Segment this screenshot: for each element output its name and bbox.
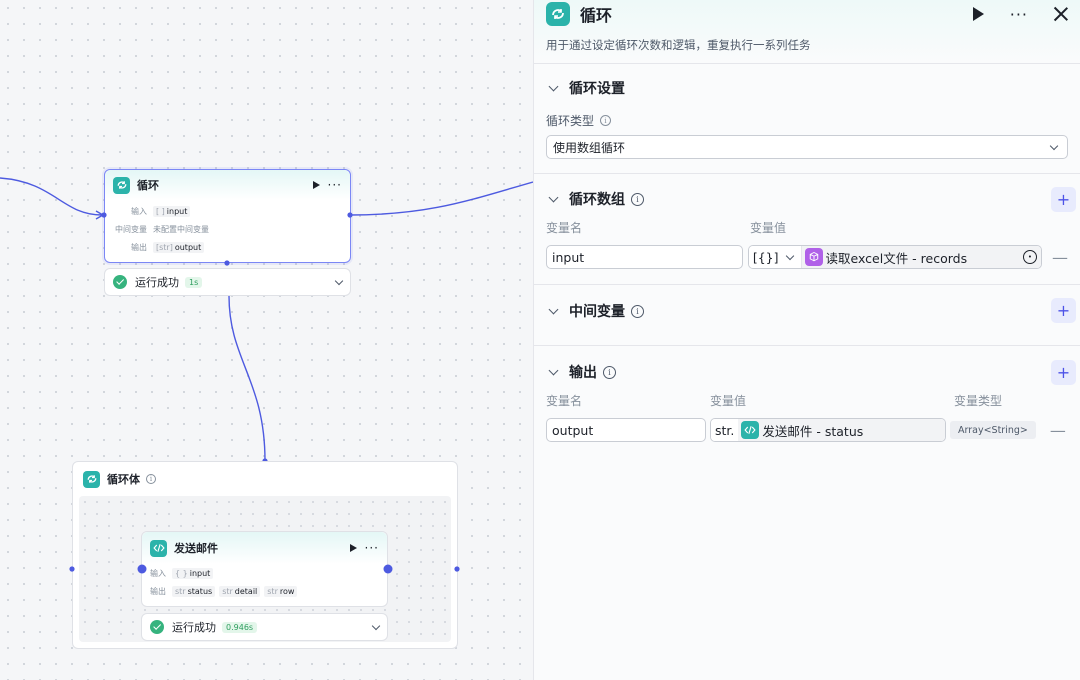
section-intermediate: 中间变量 i + [534, 285, 1080, 346]
send-mail-run-status[interactable]: 运行成功 0.946s [141, 613, 388, 641]
body-ports-layer [69, 564, 460, 574]
add-intermediate-variable-button[interactable]: + [1051, 298, 1076, 323]
output-var-value-ref[interactable]: str. 发送邮件 - status [710, 418, 946, 442]
chevron-down-icon[interactable] [548, 304, 559, 314]
info-icon[interactable]: i [631, 304, 644, 318]
output-var-type-tag: Array<String> [950, 421, 1036, 439]
section-output: 输出 i + 变量名 变量值 变量类型 output str. 发送邮件 - s… [534, 346, 1080, 442]
time-badge: 0.946s [222, 621, 258, 633]
output-var-name-input[interactable]: output [546, 418, 706, 442]
cube-icon [804, 248, 823, 266]
add-output-variable-button[interactable]: + [1051, 360, 1076, 385]
loop-icon [546, 2, 570, 26]
section-loop-settings: 循环设置 循环类型 i 使用数组循环 [534, 64, 1080, 174]
code-icon [741, 421, 760, 439]
info-icon[interactable]: i [600, 115, 612, 126]
column-label-name: 变量名 [546, 393, 583, 408]
loop-type-select[interactable]: 使用数组循环 [546, 135, 1068, 159]
add-array-variable-button[interactable]: + [1051, 187, 1076, 212]
panel-title[interactable]: 循环 [580, 2, 973, 26]
array-var-value-ref[interactable]: [{}] 读取excel文件 - records • [747, 245, 1042, 269]
remove-array-variable-button[interactable]: — [1052, 248, 1068, 267]
section-loop-array: 循环数组 i + 变量名 变量值 input [{}] 读取excel文件 - … [534, 174, 1080, 285]
info-icon[interactable]: i [631, 192, 644, 206]
variable-picker-icon[interactable]: • [1023, 250, 1037, 264]
column-label-value: 变量值 [750, 220, 787, 235]
section-title[interactable]: 循环数组 [569, 189, 625, 209]
column-label-type: 变量类型 [954, 393, 1003, 408]
array-var-name-input[interactable]: input [546, 245, 743, 269]
column-label-value: 变量值 [710, 393, 747, 408]
play-icon[interactable] [972, 7, 984, 21]
close-icon[interactable] [1054, 7, 1068, 21]
type-select[interactable]: [{}] [748, 246, 802, 268]
chevron-down-icon[interactable] [548, 192, 559, 202]
chevron-down-icon[interactable] [371, 621, 381, 630]
loop-type-label: 循环类型 i [546, 112, 1068, 129]
chevron-down-icon [1049, 141, 1059, 150]
panel-header: 循环 ··· 用于通过设定循环次数和逻辑，重复执行一系列任务 [534, 0, 1080, 64]
more-icon[interactable]: ··· [1010, 5, 1028, 24]
info-icon[interactable]: i [603, 365, 616, 379]
port-mail-out [383, 564, 393, 574]
section-title[interactable]: 中间变量 [569, 301, 625, 321]
panel-description: 用于通过设定循环次数和逻辑，重复执行一系列任务 [546, 38, 811, 52]
chevron-down-icon[interactable] [548, 365, 559, 375]
chevron-down-icon [785, 251, 794, 260]
column-label-name: 变量名 [546, 220, 583, 235]
check-icon [150, 620, 164, 634]
port-body-left [69, 566, 75, 572]
section-title[interactable]: 输出 [569, 362, 597, 382]
node-config-panel: 循环 ··· 用于通过设定循环次数和逻辑，重复执行一系列任务 循环设置 循环类型… [533, 0, 1080, 680]
port-mail-in [137, 564, 147, 574]
chevron-down-icon[interactable] [548, 81, 559, 91]
output-variable-row: output str. 发送邮件 - status Array<String> … [546, 418, 1068, 442]
workflow-canvas[interactable]: 循环 ··· 输入 [ ] input 中间变量 未配置中间变量 输出 [str]… [0, 0, 533, 680]
port-body-right [454, 566, 460, 572]
remove-output-variable-button[interactable]: — [1050, 421, 1066, 440]
array-variable-row: input [{}] 读取excel文件 - records • — [546, 245, 1068, 269]
type-prefix: str. [711, 419, 739, 441]
section-title[interactable]: 循环设置 [569, 78, 625, 98]
